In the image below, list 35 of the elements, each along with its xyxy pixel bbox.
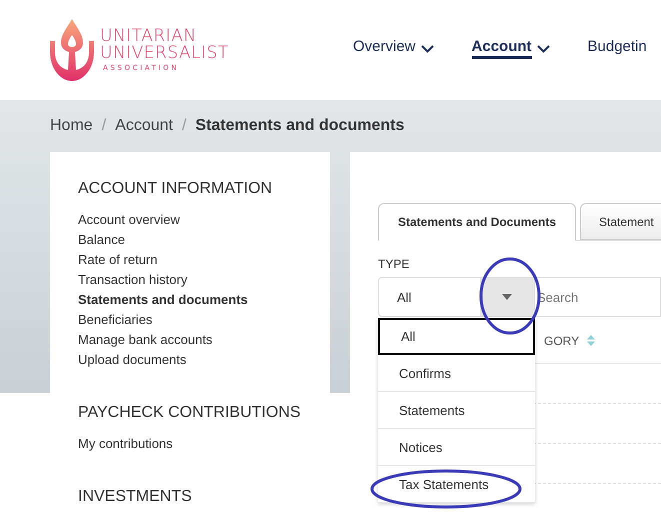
section-heading: ACCOUNT INFORMATION [78, 180, 274, 198]
nav-menu-item[interactable]: Account [472, 38, 550, 66]
sort-icon[interactable] [587, 335, 596, 346]
dropdown-option[interactable]: Tax Statements [378, 466, 535, 503]
breadcrumb-current: Statements and documents [195, 117, 404, 135]
sidebar-link[interactable]: Beneficiaries [78, 310, 152, 330]
sidebar-link[interactable]: Account overview [78, 210, 180, 230]
sidebar-link[interactable]: Balance [78, 230, 125, 250]
tab[interactable]: Statement [580, 203, 661, 240]
dropdown-option[interactable]: Notices [378, 429, 535, 466]
sidebar-link[interactable]: My contributions [78, 434, 173, 454]
logo-text: UNIVERSALIST [100, 45, 229, 62]
breadcrumb-link[interactable]: Account [115, 117, 173, 135]
breadcrumb-separator: / [102, 117, 106, 135]
chalice-logo-icon [48, 17, 96, 83]
logo-text: UNITARIAN [100, 28, 197, 45]
breadcrumb-separator: / [182, 117, 186, 135]
dropdown-option[interactable]: Statements [378, 392, 535, 429]
type-select[interactable]: All [378, 277, 535, 317]
dropdown-option[interactable]: Confirms [378, 355, 535, 392]
nav-menu-item[interactable]: Budgetin [588, 38, 647, 66]
nav-menu-item[interactable]: Overview [353, 38, 434, 66]
sidebar-link[interactable]: Rate of return [78, 250, 158, 270]
sidebar-link[interactable]: Manage bank accounts [78, 330, 212, 350]
type-label: TYPE [378, 257, 410, 271]
tab[interactable]: Statements and Documents [378, 203, 576, 241]
section-heading: PAYCHECK CONTRIBUTIONS [78, 404, 302, 422]
dropdown-option[interactable]: All [378, 318, 535, 355]
breadcrumb-link[interactable]: Home [50, 117, 93, 135]
sidebar-link[interactable]: Upload documents [78, 350, 186, 370]
sidebar-link[interactable]: Transaction history [78, 270, 188, 290]
sidebar-link[interactable]: Statements and documents [78, 290, 248, 310]
column-header[interactable]: GORY [544, 334, 580, 348]
section-heading: INVESTMENTS [78, 488, 193, 506]
caret-down-icon [502, 294, 512, 300]
